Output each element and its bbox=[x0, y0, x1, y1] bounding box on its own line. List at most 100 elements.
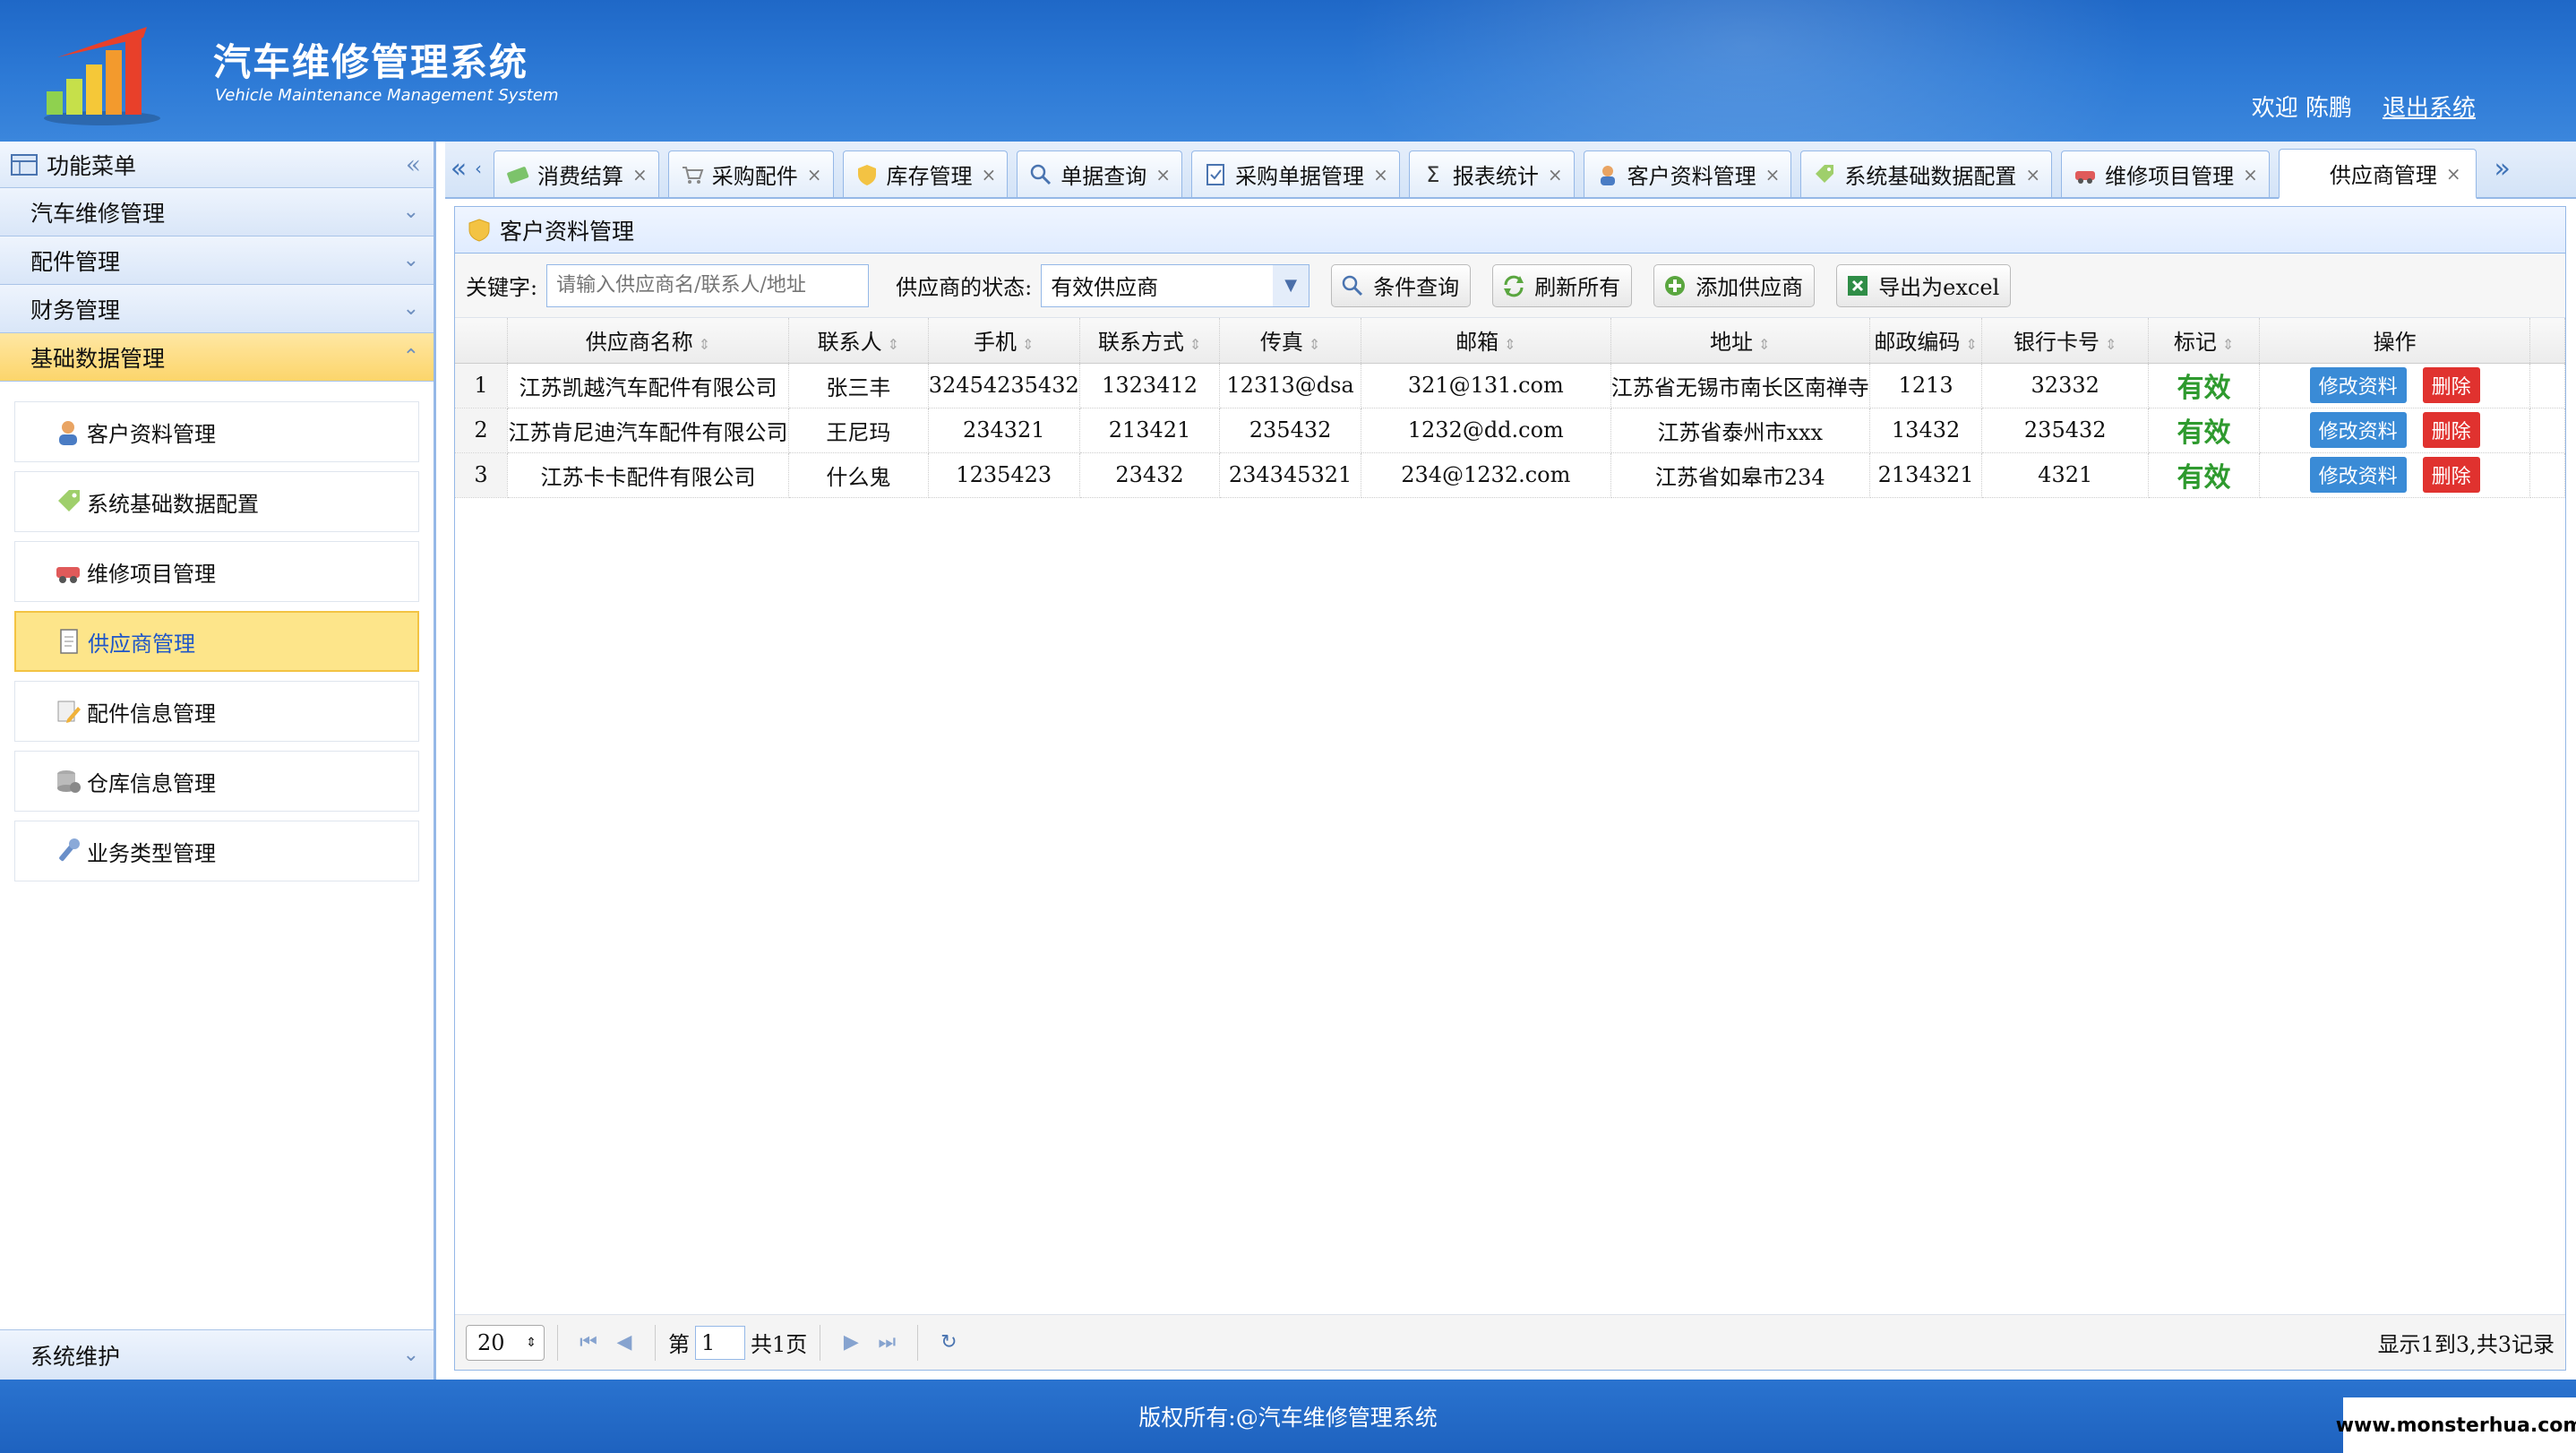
edit-icon bbox=[57, 701, 81, 723]
close-icon[interactable]: × bbox=[2446, 163, 2461, 185]
tab-inventory[interactable]: 库存管理 × bbox=[842, 150, 1009, 197]
user-icon bbox=[1600, 165, 1615, 185]
first-page-icon[interactable]: ⏮ bbox=[571, 1325, 606, 1361]
cell-bank: 4321 bbox=[1981, 452, 2150, 498]
last-page-icon[interactable]: ⏭ bbox=[869, 1325, 905, 1361]
tab-purchase-parts[interactable]: 采购配件 × bbox=[667, 150, 834, 197]
close-icon[interactable]: × bbox=[1765, 164, 1781, 185]
column-header-mobile[interactable]: 手机 ⇕ bbox=[928, 318, 1080, 364]
sidebar-item-system-config[interactable]: 系统基础数据配置 bbox=[14, 471, 419, 532]
close-icon[interactable]: × bbox=[632, 164, 648, 185]
query-button[interactable]: 条件查询 bbox=[1331, 263, 1472, 307]
tab-label: 系统基础数据配置 bbox=[1844, 164, 2017, 189]
reload-icon[interactable]: ↻ bbox=[931, 1325, 966, 1361]
page-size-select[interactable]: 20 ⇕ bbox=[466, 1324, 545, 1361]
refresh-all-button[interactable]: 刷新所有 bbox=[1492, 263, 1633, 307]
close-icon[interactable]: × bbox=[1373, 164, 1388, 185]
close-icon[interactable]: × bbox=[1548, 164, 1563, 185]
cell-flag: 有效 bbox=[2148, 408, 2261, 453]
next-page-icon[interactable]: ▶ bbox=[833, 1325, 869, 1361]
delete-button[interactable]: 删除 bbox=[2422, 412, 2480, 448]
sidebar-item-warehouse[interactable]: 仓库信息管理 bbox=[14, 751, 419, 812]
tag-icon bbox=[1816, 164, 1834, 183]
table-row[interactable]: 1 江苏凯越汽车配件有限公司 张三丰 32454235432 1323412 1… bbox=[455, 363, 2565, 408]
export-excel-button[interactable]: 导出为excel bbox=[1836, 263, 2012, 307]
column-header-phone[interactable]: 联系方式 ⇕ bbox=[1079, 318, 1221, 364]
sidebar-item-parts-info[interactable]: 配件信息管理 bbox=[14, 681, 419, 742]
keyword-input[interactable] bbox=[546, 263, 870, 307]
page-number-input[interactable]: 1 bbox=[695, 1325, 745, 1360]
tab-scroll-right-icon[interactable]: » bbox=[2489, 140, 2516, 197]
cell-filler bbox=[2529, 408, 2565, 453]
edit-button[interactable]: 修改资料 bbox=[2309, 412, 2407, 448]
tab-settlement[interactable]: 消费结算 × bbox=[494, 150, 659, 197]
close-icon[interactable]: × bbox=[2025, 164, 2040, 185]
column-header-label: 标记 bbox=[2173, 330, 2217, 356]
column-header-flag[interactable]: 标记 ⇕ bbox=[2148, 318, 2261, 364]
tab-reports[interactable]: Σ 报表统计 × bbox=[1408, 150, 1575, 197]
close-icon[interactable]: × bbox=[1155, 164, 1171, 185]
sidebar-item-repair-items[interactable]: 维修项目管理 bbox=[14, 541, 419, 602]
cart-icon bbox=[682, 166, 704, 184]
tab-system-config[interactable]: 系统基础数据配置 × bbox=[1800, 150, 2053, 197]
cell-bank: 32332 bbox=[1981, 363, 2150, 408]
menu-group-repair[interactable]: 汽车维修管理 ⌄ bbox=[0, 188, 434, 236]
tab-repair-items[interactable]: 维修项目管理 × bbox=[2061, 150, 2270, 197]
menu-group-system-maintenance[interactable]: 系统维护 ⌄ bbox=[0, 1329, 434, 1380]
delete-button[interactable]: 删除 bbox=[2422, 457, 2480, 493]
sidebar-item-supplier[interactable]: 供应商管理 bbox=[14, 611, 419, 672]
prev-page-icon[interactable]: ◀ bbox=[606, 1325, 642, 1361]
close-icon[interactable]: × bbox=[807, 164, 822, 185]
edit-button[interactable]: 修改资料 bbox=[2309, 457, 2407, 493]
sidebar-item-business-type[interactable]: 业务类型管理 bbox=[14, 821, 419, 881]
sidebar-item-customer[interactable]: 客户资料管理 bbox=[14, 401, 419, 462]
checklist-icon bbox=[1206, 163, 1225, 185]
delete-button[interactable]: 删除 bbox=[2422, 367, 2480, 403]
column-header-fax[interactable]: 传真 ⇕ bbox=[1219, 318, 1361, 364]
tab-prev-icon[interactable]: ‹ bbox=[472, 140, 485, 197]
tab-customer[interactable]: 客户资料管理 × bbox=[1583, 150, 1792, 197]
header-filler bbox=[2529, 318, 2565, 364]
sidebar-item-label: 客户资料管理 bbox=[87, 421, 216, 447]
edit-button[interactable]: 修改资料 bbox=[2309, 367, 2407, 403]
sort-icon: ⇕ bbox=[2221, 336, 2235, 354]
column-header-name[interactable]: 供应商名称 ⇕ bbox=[507, 318, 789, 364]
add-supplier-button[interactable]: 添加供应商 bbox=[1653, 263, 1816, 307]
column-header-email[interactable]: 邮箱 ⇕ bbox=[1361, 318, 1611, 364]
table-row[interactable]: 2 江苏肯尼迪汽车配件有限公司 王尼玛 234321 213421 235432… bbox=[455, 408, 2565, 453]
search-icon bbox=[1342, 275, 1363, 296]
close-icon[interactable]: × bbox=[2243, 164, 2258, 185]
pager-divider bbox=[655, 1324, 656, 1361]
logout-link[interactable]: 退出系统 bbox=[2383, 90, 2476, 123]
cell-flag: 有效 bbox=[2148, 452, 2261, 498]
tab-label: 报表统计 bbox=[1452, 164, 1539, 189]
menu-group-basic-data[interactable]: 基础数据管理 ⌃ bbox=[0, 333, 434, 382]
column-header-address[interactable]: 地址 ⇕ bbox=[1610, 318, 1870, 364]
pager-divider bbox=[917, 1324, 919, 1361]
tab-document-query[interactable]: 单据查询 × bbox=[1017, 150, 1183, 197]
cell-phone: 1323412 bbox=[1079, 363, 1221, 408]
tab-purchase-docs[interactable]: 采购单据管理 × bbox=[1191, 150, 1400, 197]
column-header-zip[interactable]: 邮政编码 ⇕ bbox=[1869, 318, 1983, 364]
table-header-row: 供应商名称 ⇕ 联系人 ⇕ 手机 ⇕ 联系方式 ⇕ 传真 ⇕ 邮箱 ⇕ 地址 ⇕ 邮政编码 ⇕ … bbox=[455, 318, 2565, 364]
close-icon[interactable]: × bbox=[982, 164, 997, 185]
cell-actions: 修改资料 删除 bbox=[2259, 408, 2531, 453]
button-label: 导出为excel bbox=[1878, 275, 2000, 300]
collapse-sidebar-icon[interactable]: « bbox=[406, 150, 421, 179]
cell-mobile: 1235423 bbox=[928, 452, 1080, 498]
pager-divider bbox=[557, 1324, 558, 1361]
menu-group-label: 汽车维修管理 bbox=[30, 200, 166, 227]
table-row[interactable]: 3 江苏卡卡配件有限公司 什么鬼 1235423 23432 234345321… bbox=[455, 452, 2565, 498]
sort-icon: ⇕ bbox=[887, 336, 900, 354]
sort-icon: ⇕ bbox=[1504, 336, 1516, 354]
cell-actions: 修改资料 删除 bbox=[2259, 452, 2531, 498]
tab-scroll-left-icon[interactable]: « bbox=[445, 140, 472, 197]
status-select[interactable]: 有效供应商 ▼ bbox=[1041, 263, 1310, 307]
menu-group-finance[interactable]: 财务管理 ⌄ bbox=[0, 285, 434, 333]
money-icon bbox=[507, 166, 529, 184]
column-header-contact[interactable]: 联系人 ⇕ bbox=[788, 318, 929, 364]
cell-address: 江苏省泰州市xxx bbox=[1610, 408, 1870, 453]
column-header-bank[interactable]: 银行卡号 ⇕ bbox=[1981, 318, 2150, 364]
menu-group-parts[interactable]: 配件管理 ⌄ bbox=[0, 236, 434, 285]
tab-supplier[interactable]: 供应商管理 × bbox=[2278, 149, 2477, 199]
